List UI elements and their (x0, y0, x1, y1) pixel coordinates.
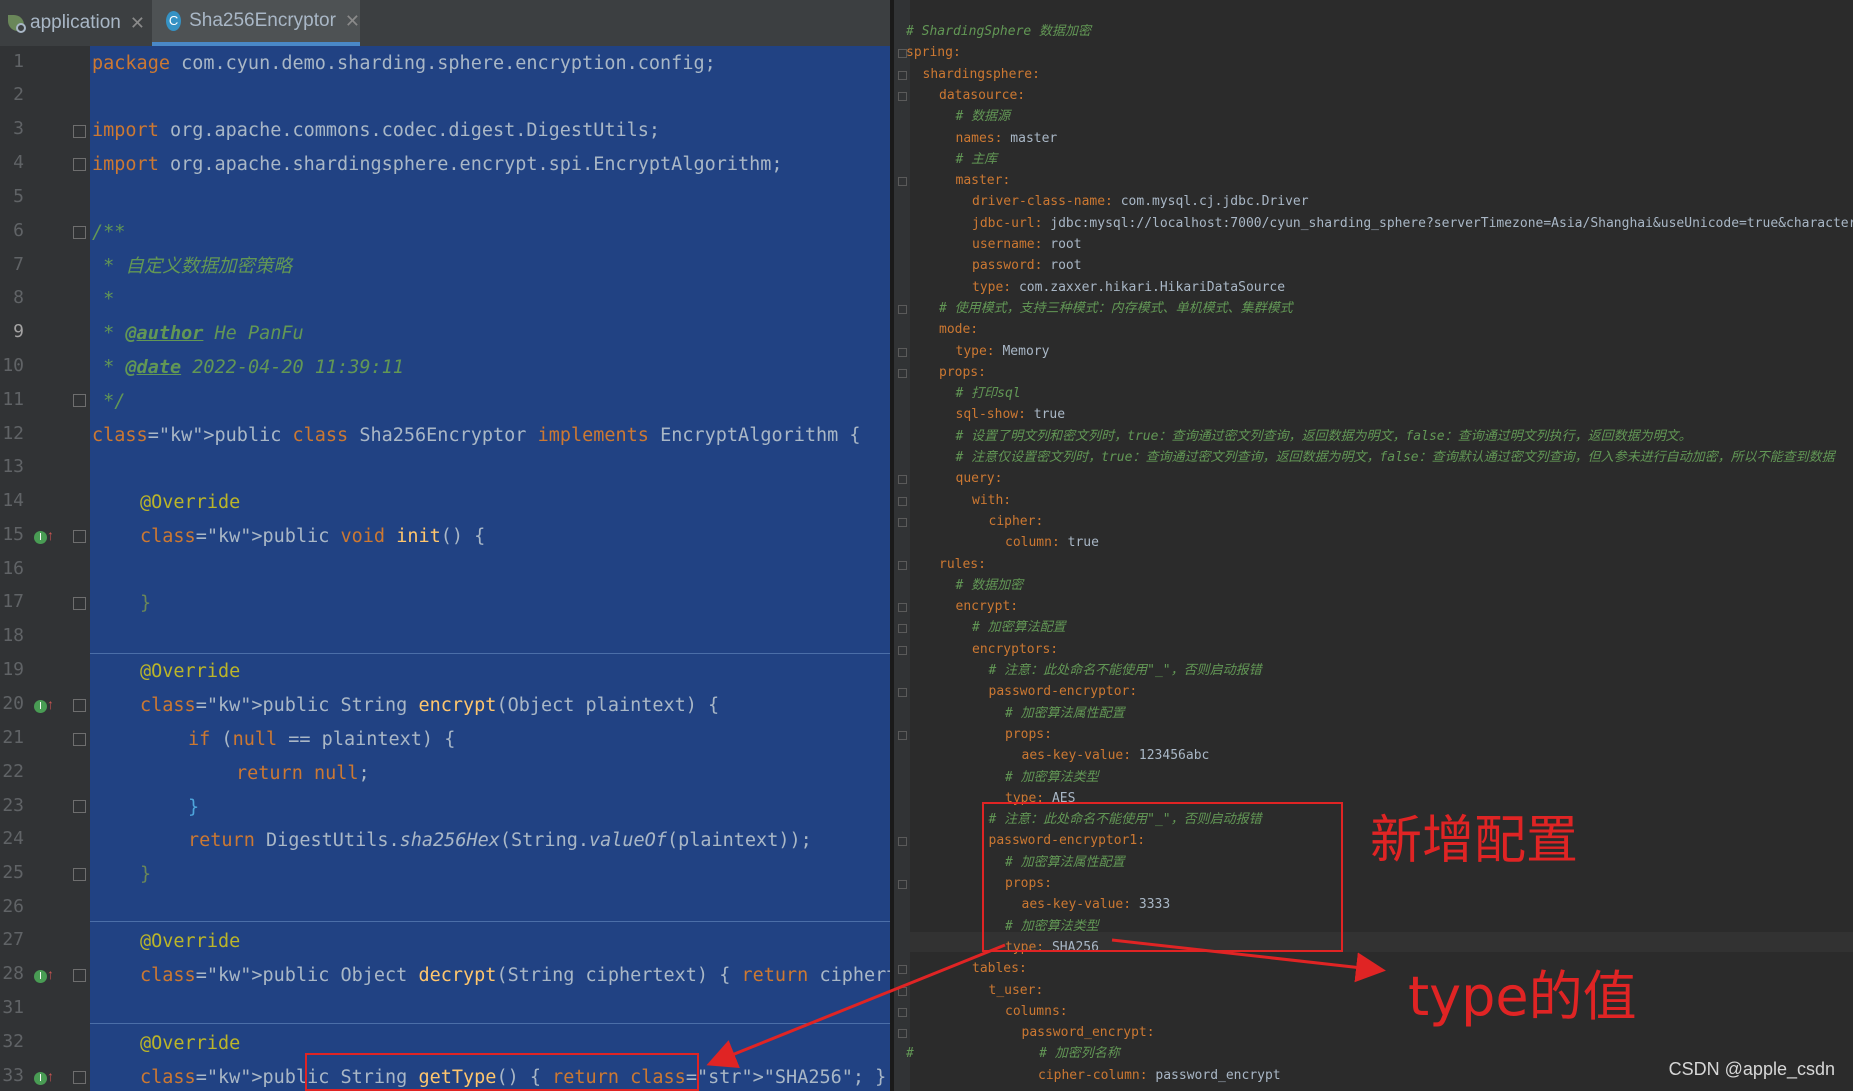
annotation-arrows (706, 938, 1386, 1068)
arrow-to-gettype (706, 943, 1006, 1068)
arrow-to-type-value (1111, 938, 1386, 983)
watermark: CSDN @apple_csdn (1668, 1059, 1835, 1079)
